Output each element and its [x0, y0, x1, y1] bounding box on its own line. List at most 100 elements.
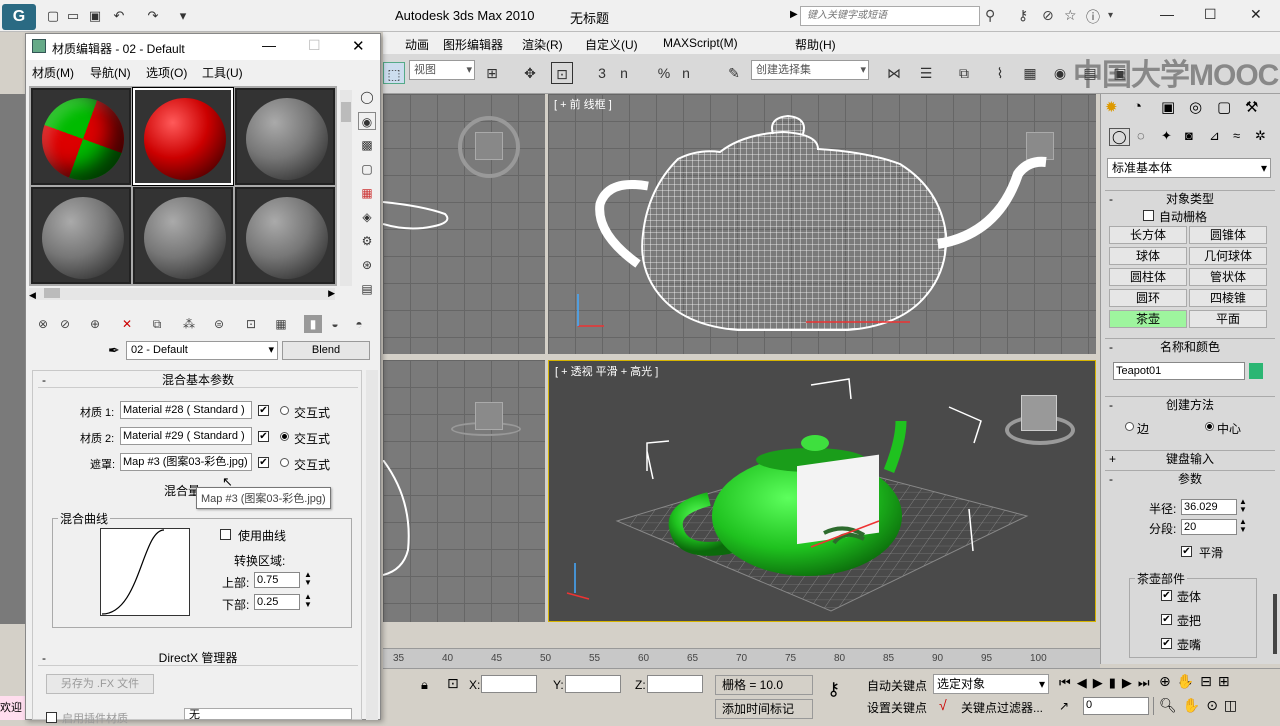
snap-toggle-icon[interactable]: 3 — [591, 62, 613, 84]
app-logo-icon[interactable]: G — [2, 4, 36, 30]
command-panel-scrollbar[interactable] — [1273, 594, 1277, 654]
menu-material[interactable]: 材质(M) — [32, 64, 74, 81]
set-key-button[interactable]: 设置关键点 — [867, 699, 927, 716]
frame-spinner[interactable] — [1153, 697, 1157, 715]
handle-checkbox[interactable]: ✔ — [1161, 614, 1172, 625]
new-file-icon[interactable]: ▢ — [46, 9, 60, 23]
motion-tab-icon[interactable]: ◎ — [1189, 98, 1202, 116]
autogrid-checkbox[interactable] — [1143, 210, 1154, 221]
radius-spinner[interactable]: 36.029 — [1181, 499, 1237, 515]
open-file-icon[interactable]: ▭ — [66, 9, 80, 23]
material2-enable-checkbox[interactable]: ✔ — [258, 431, 269, 442]
systems-icon[interactable]: ✲ — [1255, 128, 1266, 144]
object-name-input[interactable]: Teapot01 — [1113, 362, 1245, 380]
material-map-navigator-icon[interactable]: ▤ — [358, 280, 376, 298]
shapes-icon[interactable]: ◌ — [1137, 128, 1145, 143]
options-icon[interactable]: ⚙ — [358, 232, 376, 250]
schematic-view-icon[interactable]: ▦ — [1019, 62, 1041, 84]
auto-key-button[interactable]: 自动关键点 — [867, 677, 927, 694]
align-icon[interactable]: ☰ — [915, 62, 937, 84]
minimize-icon[interactable]: — — [1160, 6, 1174, 22]
assign-material-icon[interactable]: ⊕ — [86, 315, 104, 333]
viewport-nav-controls[interactable]: ⊕✋⊟⊞ — [1159, 673, 1277, 690]
menu-help[interactable]: 帮助(H) — [795, 36, 836, 53]
mask-interactive-radio[interactable] — [280, 458, 289, 467]
lower-spinner[interactable]: 0.25 — [254, 594, 300, 610]
smooth-checkbox[interactable]: ✔ — [1181, 546, 1192, 557]
sample-type-icon[interactable]: ◯ — [358, 88, 376, 106]
blend-params-header[interactable]: - 混合基本参数 — [38, 372, 358, 388]
redo-icon[interactable]: ↷ — [146, 9, 160, 23]
maximize-icon[interactable]: ☐ — [308, 37, 321, 54]
upper-spinner[interactable]: 0.75 — [254, 572, 300, 588]
maxscript-listener[interactable]: 欢迎 — [0, 696, 25, 720]
put-to-scene-icon[interactable]: ⊘ — [56, 315, 74, 333]
edit-named-sets-icon[interactable]: ✎ — [723, 62, 745, 84]
creation-method-header[interactable]: - 创建方法 — [1105, 396, 1275, 412]
current-frame-input[interactable]: 0 — [1083, 697, 1149, 715]
minimize-icon[interactable]: — — [262, 37, 276, 53]
menu-rendering[interactable]: 渲染(R) — [522, 36, 563, 53]
sphere-button[interactable]: 球体 — [1109, 247, 1187, 265]
key-selection-dropdown[interactable]: 选定对象 ▾ — [933, 674, 1049, 694]
search-expand-icon[interactable]: ▶ — [790, 9, 798, 20]
menu-animation[interactable]: 动画 — [405, 36, 429, 53]
mirror-icon[interactable]: ⋈ — [883, 62, 905, 84]
spacewarps-icon[interactable]: ≈ — [1233, 128, 1240, 143]
pivot-center-icon[interactable]: ⊞ — [481, 62, 503, 84]
sample-slot-1[interactable] — [31, 88, 131, 185]
teapot-button[interactable]: 茶壶 — [1109, 310, 1187, 328]
category-dropdown[interactable]: 标准基本体 ▾ — [1107, 158, 1271, 178]
parameters-header[interactable]: - 参数 — [1105, 470, 1275, 486]
go-forward-sibling-icon[interactable]: ◓ — [350, 315, 368, 333]
absolute-mode-icon[interactable]: ⊡ — [447, 675, 459, 692]
make-preview-icon[interactable]: ◈ — [358, 208, 376, 226]
set-key-icon[interactable]: ⚷ — [827, 679, 840, 700]
torus-button[interactable]: 圆环 — [1109, 289, 1187, 307]
utilities-tab-icon[interactable]: ⚒ — [1245, 98, 1258, 116]
display-tab-icon[interactable]: ▢ — [1217, 98, 1231, 116]
material1-interactive-radio[interactable] — [280, 406, 289, 415]
keyboard-entry-header[interactable]: + 键盘输入 — [1105, 450, 1275, 466]
select-region-icon[interactable]: ⬚ — [383, 62, 405, 84]
make-unique-icon[interactable]: ⁂ — [180, 315, 198, 333]
use-curve-checkbox[interactable] — [220, 529, 231, 540]
viewcube-icon[interactable] — [475, 402, 503, 430]
sample-slot-4[interactable] — [31, 187, 131, 284]
segments-spinner-arrows[interactable]: ▲ ▼ — [1239, 518, 1247, 534]
material1-button[interactable]: Material #28 ( Standard ) — [120, 401, 252, 419]
upper-spinner-arrows[interactable]: ▲ ▼ — [304, 571, 312, 587]
spinner-snap-icon[interactable]: n — [675, 62, 697, 84]
spout-checkbox[interactable]: ✔ — [1161, 638, 1172, 649]
sample-uv-tiling-icon[interactable]: ▢ — [358, 160, 376, 178]
center-radio[interactable] — [1205, 422, 1214, 431]
menu-graph-editors[interactable]: 图形编辑器 — [443, 36, 503, 53]
background-icon[interactable]: ▩ — [358, 136, 376, 154]
eyedropper-icon[interactable]: ✒ — [108, 342, 120, 359]
timeline[interactable]: 35 40 45 50 55 60 65 70 75 80 85 90 95 100 — [383, 648, 1100, 668]
scroll-right-icon[interactable]: ▶ — [328, 288, 335, 299]
sample-slot-2[interactable] — [132, 87, 234, 186]
save-icon[interactable]: ▣ — [88, 9, 102, 23]
mask-map-button[interactable]: Map #3 (图案03-彩色.jpg) — [120, 453, 252, 471]
viewport-left[interactable] — [383, 360, 545, 622]
hierarchy-tab-icon[interactable]: ▣ — [1161, 98, 1175, 116]
material-name-dropdown[interactable]: 02 - Default ▾ — [126, 341, 278, 360]
plane-button[interactable]: 平面 — [1189, 310, 1267, 328]
menu-utilities[interactable]: 工具(U) — [202, 64, 243, 81]
slots-hscroll[interactable]: ◀ ▶ — [29, 288, 335, 300]
put-to-library-icon[interactable]: ⊜ — [210, 315, 228, 333]
angle-snap-icon[interactable]: n — [613, 62, 635, 84]
save-fx-button[interactable]: 另存为 .FX 文件 — [46, 674, 154, 694]
lock-icon[interactable]: 🔒︎ — [421, 677, 428, 693]
object-color-swatch[interactable] — [1249, 363, 1263, 379]
sample-slot-5[interactable] — [133, 187, 233, 284]
curve-editor-icon[interactable]: ⌇ — [989, 62, 1011, 84]
enable-plugin-checkbox[interactable] — [46, 712, 57, 723]
named-selection-dropdown[interactable]: 创建选择集 ▾ — [751, 60, 869, 80]
cylinder-button[interactable]: 圆柱体 — [1109, 268, 1187, 286]
menu-customize[interactable]: 自定义(U) — [585, 36, 638, 53]
geosphere-button[interactable]: 几何球体 — [1189, 247, 1267, 265]
scroll-left-icon[interactable]: ◀ — [29, 290, 36, 300]
segments-spinner[interactable]: 20 — [1181, 519, 1237, 535]
